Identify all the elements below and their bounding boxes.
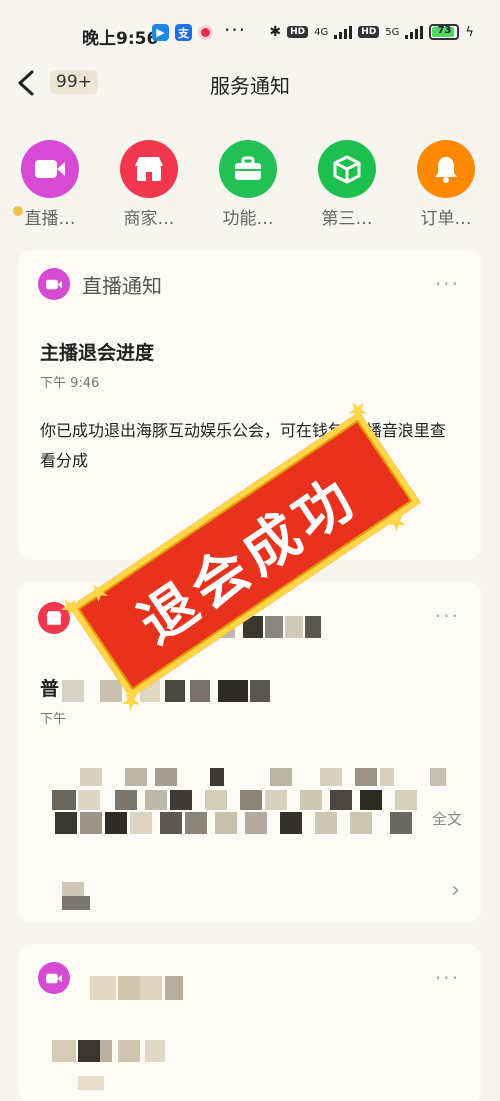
category-label: 商家… — [123, 209, 175, 229]
category-label: 功能… — [222, 209, 274, 229]
message-time: 下午 — [40, 712, 67, 727]
card-source: 直播通知 — [82, 273, 162, 298]
dolphin-app-icon: ▶ — [152, 24, 169, 41]
more-options-button[interactable]: ··· — [435, 272, 460, 296]
bluetooth-icon: ✱ — [269, 24, 282, 40]
more-options-button[interactable]: ··· — [435, 966, 460, 990]
status-more-icon: ··· — [224, 18, 247, 42]
signal-icon — [334, 25, 353, 39]
status-time: 晚上9:56 — [82, 29, 159, 49]
hd-badge-2: HD — [358, 26, 380, 38]
category-third-party[interactable]: 第三… — [302, 140, 392, 229]
video-camera-icon — [38, 962, 70, 994]
message-title: 普 — [40, 678, 60, 700]
card-header: 直播通知 — [38, 268, 162, 300]
hd-badge: HD — [287, 26, 309, 38]
nav-bar: 99+ 服务通知 — [0, 66, 500, 112]
page-title: 服务通知 — [210, 74, 290, 98]
message-time: 下午 9:46 — [40, 376, 100, 391]
status-app-icons: ▶ 支 — [152, 24, 213, 41]
bell-icon — [417, 140, 475, 198]
briefcase-icon — [219, 140, 277, 198]
network-4g: 4G — [314, 26, 329, 38]
charging-icon: ϟ — [465, 24, 474, 40]
alipay-icon: 支 — [175, 24, 192, 41]
message-title: 主播退会进度 — [40, 342, 155, 364]
chevron-right-icon[interactable]: › — [451, 878, 460, 903]
category-strip: 直播… 商家… 功能… 第三… 订单… — [0, 130, 500, 238]
category-label: 第三… — [321, 209, 373, 229]
more-options-button[interactable]: ··· — [435, 604, 460, 628]
category-merchant[interactable]: 商家… — [104, 140, 194, 229]
battery-level: 73 — [437, 25, 452, 36]
video-camera-icon — [21, 140, 79, 198]
battery-icon: 73 — [429, 24, 460, 40]
record-icon — [198, 25, 213, 40]
unread-dot — [13, 206, 23, 216]
category-order[interactable]: 订单… — [401, 140, 491, 229]
signal-icon-2 — [405, 25, 424, 39]
store-icon — [120, 140, 178, 198]
status-bar: 晚上9:56 ▶ 支 ··· ✱ HD 4G HD 5G 73 ϟ — [0, 0, 500, 66]
full-text-link[interactable]: 全文 — [432, 808, 462, 829]
category-function[interactable]: 功能… — [203, 140, 293, 229]
cube-icon — [318, 140, 376, 198]
network-5g: 5G — [385, 26, 400, 38]
category-label: 订单… — [420, 209, 472, 229]
video-camera-icon — [38, 268, 70, 300]
category-live[interactable]: 直播… — [5, 140, 95, 229]
status-indicators: ✱ HD 4G HD 5G 73 ϟ — [269, 24, 474, 40]
